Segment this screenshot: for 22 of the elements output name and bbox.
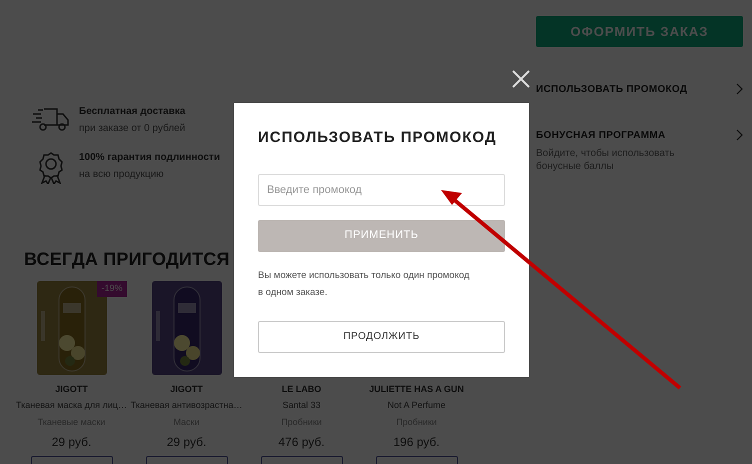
product-price: 196 руб. <box>393 434 440 450</box>
product-brand: JIGOTT <box>170 383 203 396</box>
product-name: Тканевая антивозрастна… <box>130 398 242 412</box>
menu-link[interactable]: ИСПОЛЬЗОВАТЬ ПРОМОКОД <box>536 82 688 96</box>
dialog-title: ИСПОЛЬЗОВАТЬ ПРОМОКОД <box>258 128 498 148</box>
product-name: Тканевая маска для лиц… <box>16 398 127 412</box>
product-name: Not A Perfume <box>387 398 446 412</box>
continue-button[interactable]: ПРОДОЛЖИТЬ <box>258 320 505 352</box>
product-price: 29 руб. <box>52 434 92 450</box>
section-title: ВСЕГДА ПРИГОДИТСЯ <box>24 248 231 271</box>
product-brand: JIGOTT <box>55 383 88 396</box>
product-name: Santal 33 <box>282 398 321 412</box>
product-brand: JULIETTE HAS A GUN <box>369 383 464 396</box>
close-icon[interactable] <box>512 70 530 88</box>
info-text: Вы можете использовать только один промокод в одном заказе. <box>258 268 470 300</box>
promo-code-field[interactable]: Введите промокод <box>258 174 505 206</box>
product-price: 476 руб. <box>278 434 325 450</box>
product-brand: LE LABO <box>282 383 322 396</box>
product-price: 29 руб. <box>166 434 206 450</box>
feature-title: 100% гарантия подлинности <box>79 151 220 165</box>
menu-link[interactable]: БОНУСНАЯ ПРОГРАММА <box>536 128 666 142</box>
feature-title: Бесплатная доставка <box>79 105 186 119</box>
